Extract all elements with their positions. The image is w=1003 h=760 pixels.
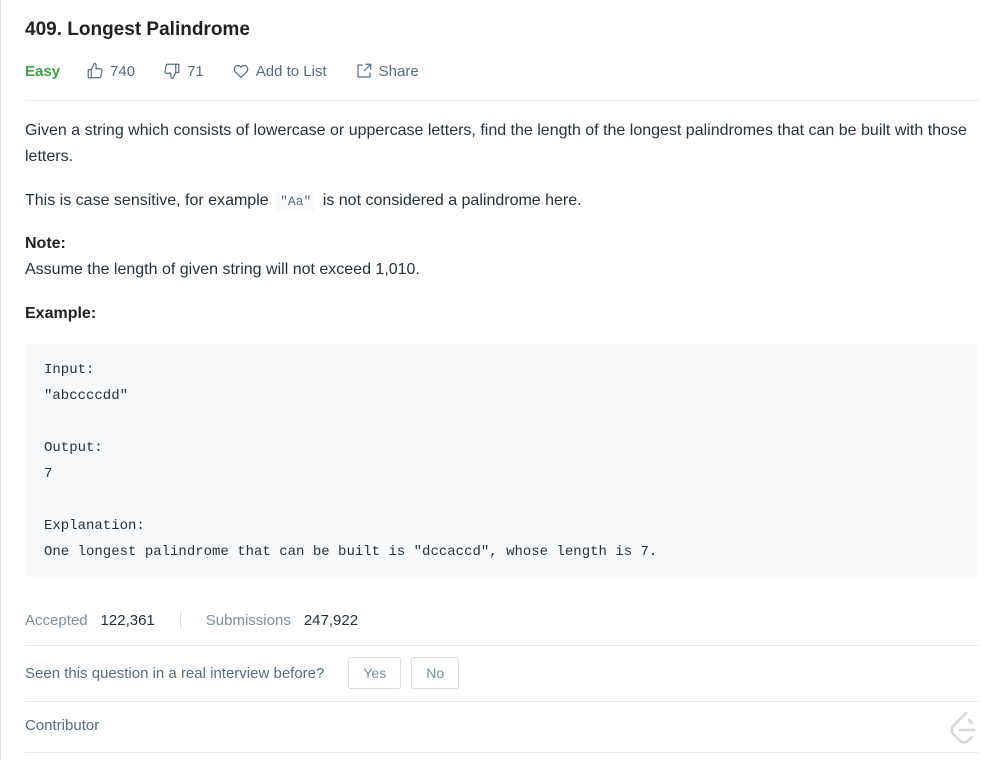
description-paragraph: Given a string which consists of lowerca…: [25, 122, 967, 165]
dislike-button[interactable]: 71: [163, 62, 204, 80]
accepted-value: 122,361: [100, 611, 155, 629]
add-to-list-button[interactable]: Add to List: [232, 62, 327, 80]
yes-button[interactable]: Yes: [348, 657, 402, 689]
stats-divider: [179, 611, 181, 629]
note-text: Assume the length of given string will n…: [25, 261, 420, 278]
problem-title: 409. Longest Palindrome: [25, 19, 250, 40]
leetcode-logo-icon: [950, 711, 976, 744]
case-sensitivity-paragraph: This is case sensitive, for example "Aa"…: [25, 188, 582, 215]
share-label: Share: [378, 62, 419, 80]
likes-count: 740: [110, 62, 136, 80]
submissions-label: Submissions: [205, 611, 291, 629]
thumbs-up-icon: [87, 62, 103, 79]
problem-meta-row: Easy 740 71 Add to List Share: [25, 58, 447, 84]
code-line: One longest palindrome that can be built…: [44, 544, 658, 560]
add-to-list-label: Add to List: [255, 62, 327, 80]
code-line: Output:: [44, 440, 103, 456]
accepted-label: Accepted: [25, 611, 88, 629]
dislikes-count: 71: [187, 62, 204, 80]
divider: [25, 100, 978, 101]
note-heading: Note:: [25, 235, 66, 252]
example-heading: Example:: [25, 305, 97, 322]
code-line: Explanation:: [44, 518, 145, 534]
interview-question-row: Seen this question in a real interview b…: [25, 656, 460, 690]
inline-code: "Aa": [276, 192, 316, 211]
share-icon: [357, 63, 372, 78]
code-line: "abccccdd": [44, 388, 129, 404]
left-panel-border: [0, 0, 1, 760]
divider: [25, 645, 978, 646]
interview-question-text: Seen this question in a real interview b…: [25, 664, 325, 682]
submissions-value: 247,922: [303, 611, 359, 629]
difficulty-label: Easy: [25, 62, 61, 80]
submission-stats: Accepted 122,361 Submissions 247,922: [25, 608, 358, 632]
code-line: 7: [44, 466, 53, 482]
code-line: Input:: [44, 362, 95, 378]
heart-icon: [233, 64, 249, 78]
no-button[interactable]: No: [411, 657, 460, 689]
thumbs-down-icon: [164, 63, 180, 80]
like-button[interactable]: 740: [86, 62, 135, 80]
example-code-block: Input: "abccccdd" Output: 7 Explanation:…: [25, 344, 978, 577]
paragraph-text: This is case sensitive, for example: [25, 192, 269, 209]
contributor-label[interactable]: Contributor: [25, 717, 99, 734]
share-button[interactable]: Share: [355, 62, 419, 80]
paragraph-text: is not considered a palindrome here.: [322, 192, 582, 209]
divider: [25, 752, 978, 753]
divider: [25, 701, 978, 702]
